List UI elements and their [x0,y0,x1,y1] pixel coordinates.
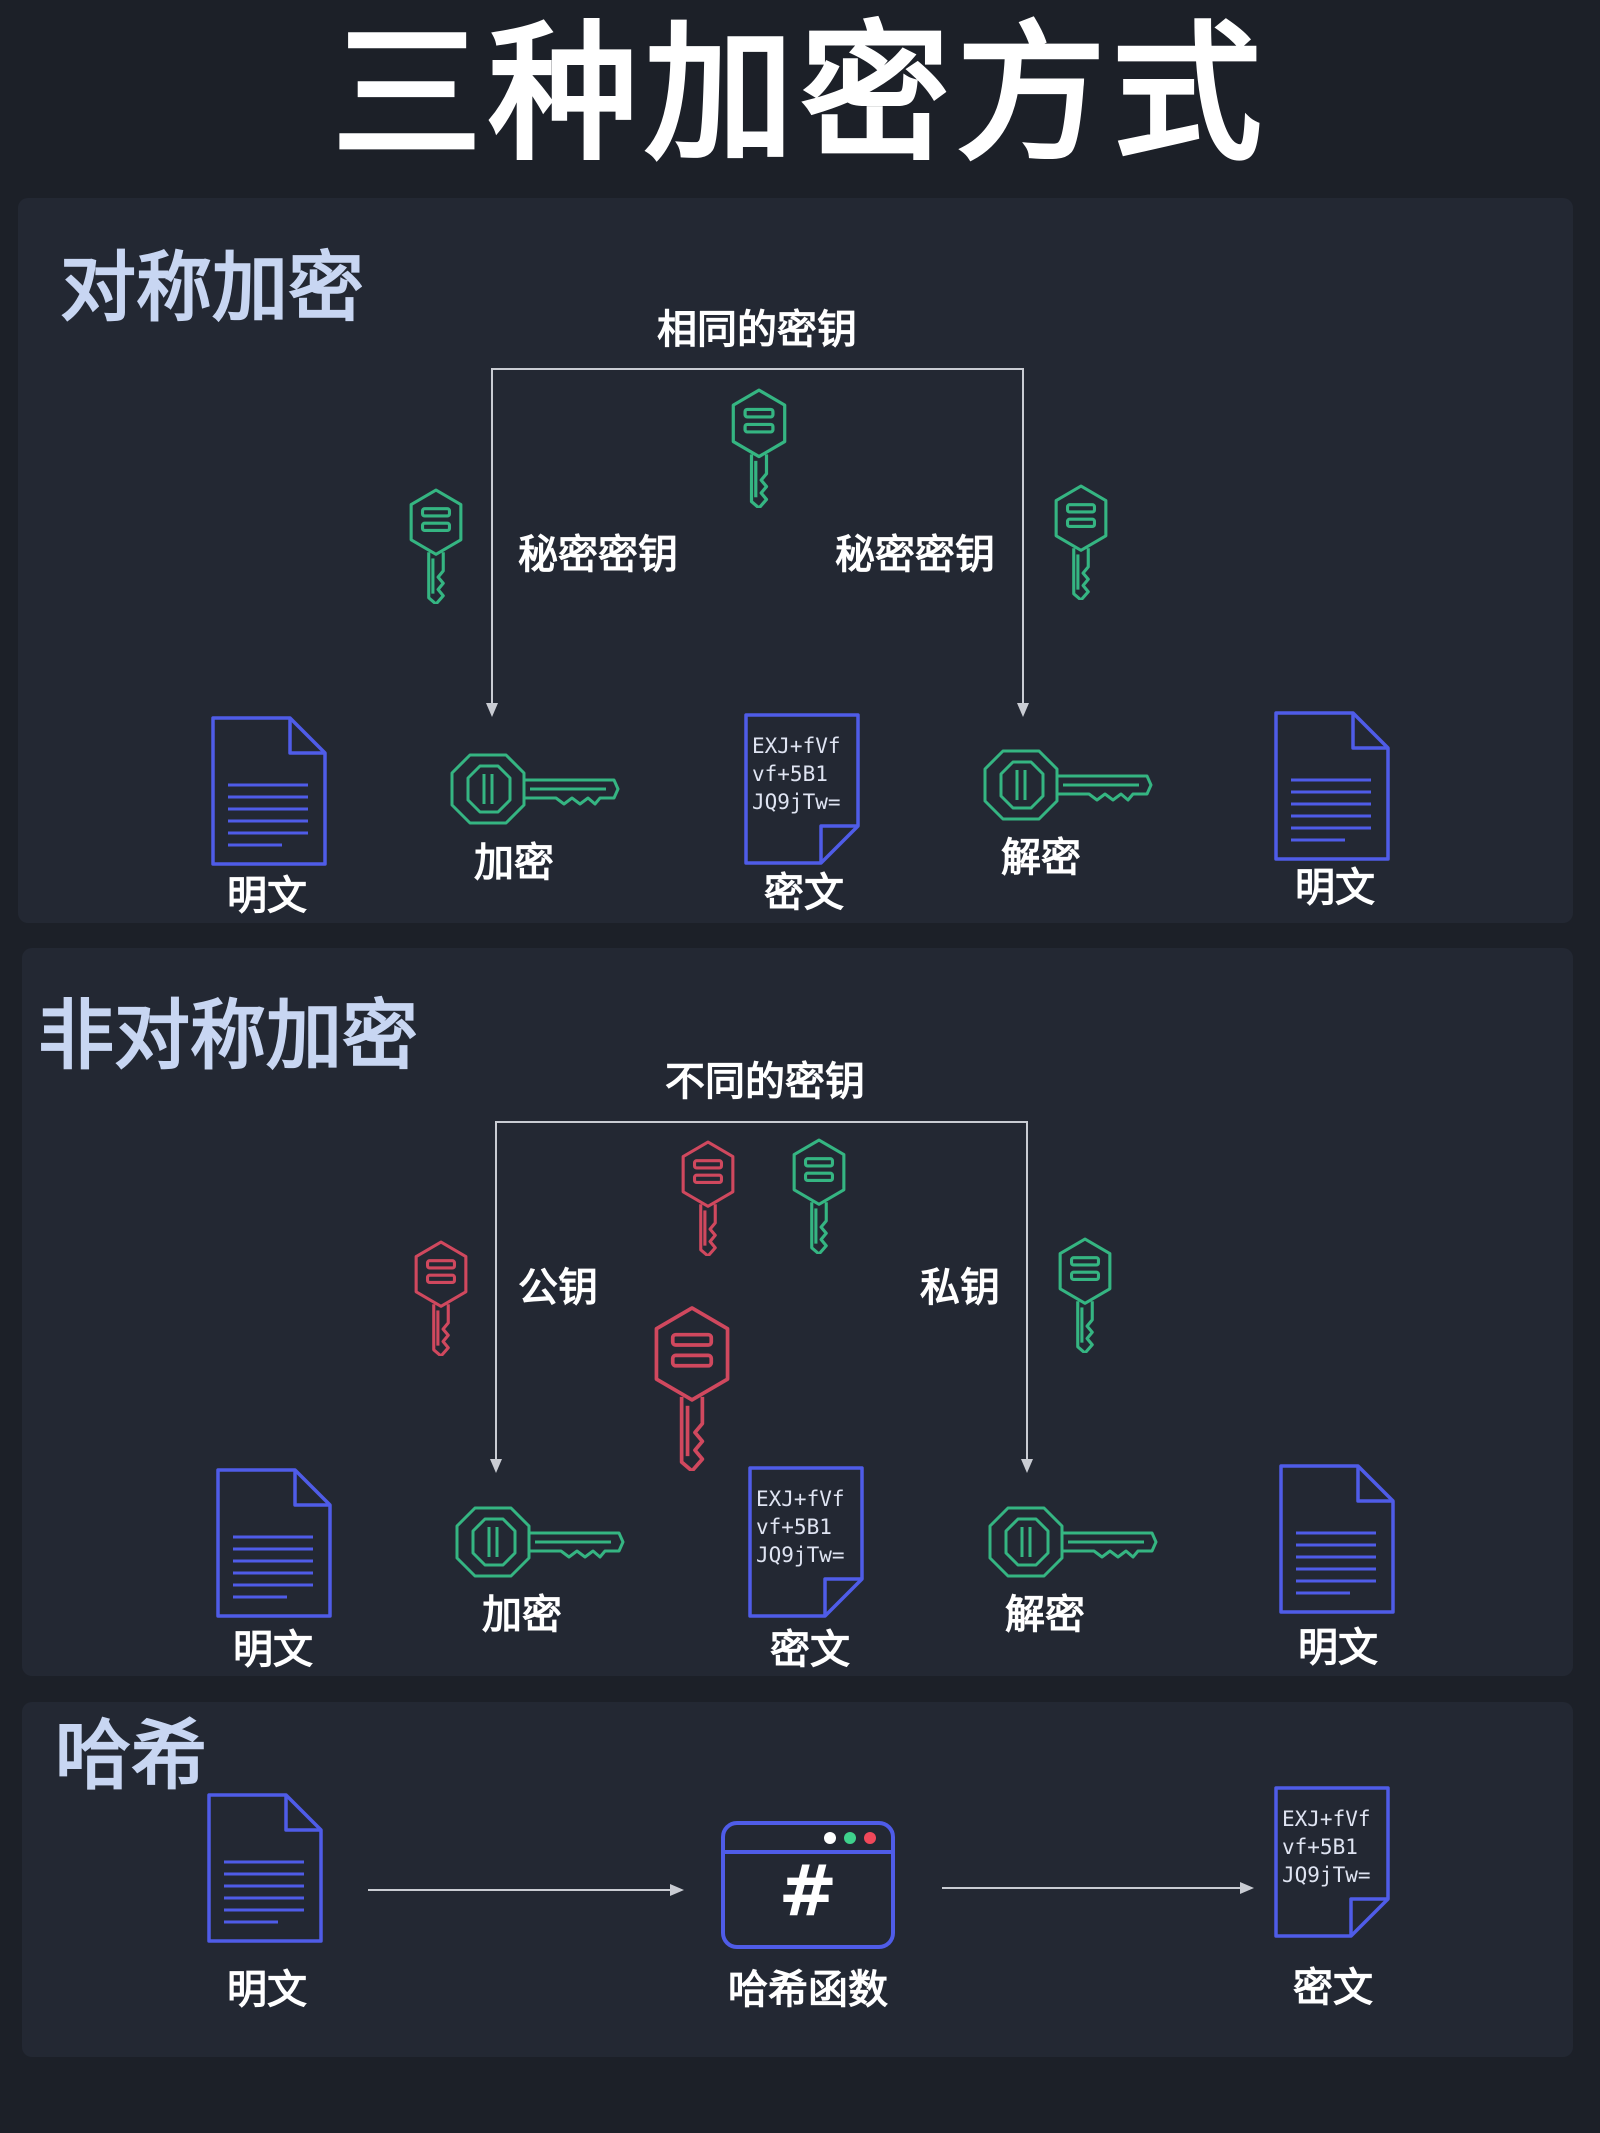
secret-key-icon [1054,484,1108,600]
asymmetric-title: 非对称加密 [38,991,418,1080]
window-dot [844,1832,856,1844]
ciphertext-label: 密文 [764,870,844,916]
ciphertext-label: 密文 [770,1627,850,1673]
ciphertext-line: EXJ+fVf [1282,1807,1371,1831]
secret-key-label-left: 秘密密钥 [518,532,678,578]
ciphertext-line: vf+5B1 [756,1515,832,1539]
different-keys-caption: 不同的密钥 [665,1059,865,1105]
connector-line [1022,368,1024,705]
decrypt-label: 解密 [1005,1592,1085,1638]
hash-symbol: # [778,1850,838,1932]
shared-key-icon [731,388,787,508]
arrow-head [670,1884,684,1896]
arrow-head [486,703,498,717]
ciphertext-line: vf+5B1 [1282,1835,1358,1859]
connector-line [491,368,493,705]
ciphertext-line: JQ9jTw= [756,1543,845,1567]
plaintext-label: 明文 [233,1627,313,1673]
public-key-large-icon [654,1306,730,1471]
ciphertext-line: vf+5B1 [752,762,828,786]
infographic: 三种加密方式 对称加密 相同的密钥 秘密密钥 秘密密钥 明文 加密 EXJ+fV… [0,0,1600,2133]
private-key-icon [1058,1237,1112,1353]
arrow-line [942,1887,1242,1889]
ciphertext-label: 密文 [1293,1965,1373,2011]
arrow-head [1240,1882,1254,1894]
secret-key-icon [409,488,463,604]
connector-line [1026,1121,1028,1461]
connector-line [491,368,1024,370]
ciphertext-line: JQ9jTw= [1282,1863,1371,1887]
arrow-head [1017,703,1029,717]
connector-line [495,1121,1028,1123]
arrow-head [490,1459,502,1473]
ciphertext-line: EXJ+fVf [756,1487,845,1511]
document-icon [216,1468,332,1618]
connector-line [495,1121,497,1461]
arrow-line [368,1889,672,1891]
encrypt-label: 加密 [474,840,554,886]
window-dot [864,1832,876,1844]
same-key-caption: 相同的密钥 [657,307,857,353]
symmetric-title: 对称加密 [60,243,364,332]
encrypt-key-icon [450,753,620,825]
hash-function-label: 哈希函数 [728,1967,888,2013]
private-key-icon [792,1138,846,1254]
plaintext-label: 明文 [227,1967,307,2013]
ciphertext-line: JQ9jTw= [752,790,841,814]
public-key-label: 公钥 [518,1265,598,1311]
private-key-label: 私钥 [920,1265,1000,1311]
hash-title: 哈希 [55,1711,207,1800]
document-icon [1274,711,1390,861]
secret-key-label-right: 秘密密钥 [835,532,995,578]
plaintext-label: 明文 [1295,865,1375,911]
public-key-icon [414,1240,468,1356]
plaintext-label: 明文 [1298,1625,1378,1671]
decrypt-label: 解密 [1001,835,1081,881]
decrypt-key-icon [983,749,1153,821]
document-icon [1279,1464,1395,1614]
public-key-icon [681,1140,735,1256]
decrypt-key-icon [988,1506,1158,1578]
document-icon [207,1793,323,1943]
document-icon [211,716,327,866]
arrow-head [1021,1459,1033,1473]
ciphertext-line: EXJ+fVf [752,734,841,758]
window-dot [824,1832,836,1844]
encrypt-label: 加密 [482,1592,562,1638]
encrypt-key-icon [455,1506,625,1578]
plaintext-label: 明文 [227,873,307,919]
page-title: 三种加密方式 [331,8,1268,182]
